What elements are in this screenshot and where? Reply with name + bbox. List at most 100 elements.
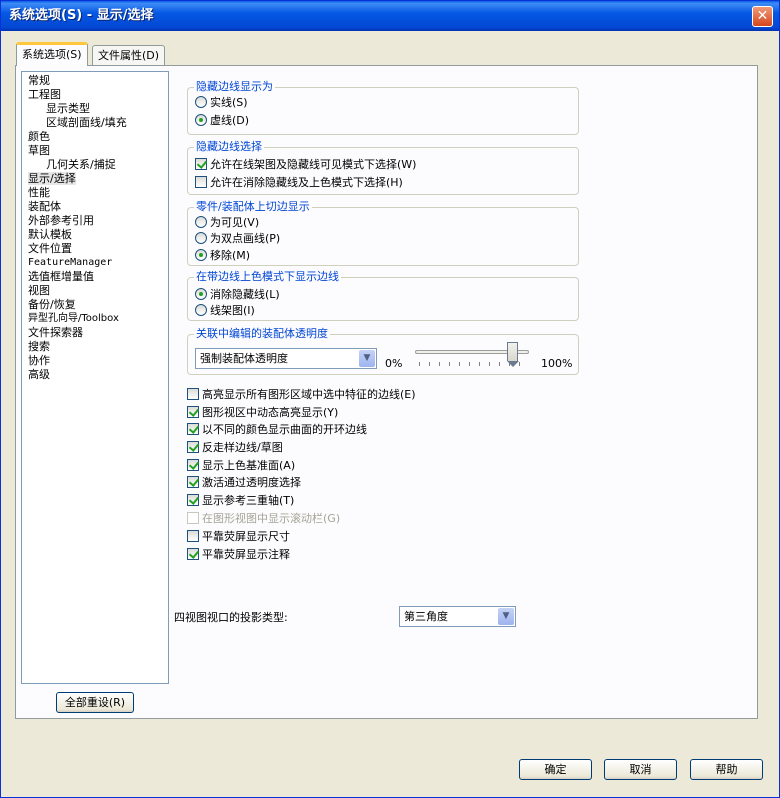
- radio-button-icon: [195, 304, 207, 316]
- option-label: 在图形视图中显示滚动栏(G): [202, 512, 341, 525]
- tree-item-featuremanager[interactable]: FeatureManager: [28, 256, 112, 269]
- radio-solid[interactable]: 实线(S): [195, 96, 248, 112]
- ok-button[interactable]: 确定: [519, 759, 592, 780]
- close-button[interactable]: ✕: [752, 6, 773, 27]
- tree-item-search[interactable]: 搜索: [28, 340, 50, 353]
- tree-item-sketch[interactable]: 草图: [28, 144, 50, 157]
- checkbox-reference-triad[interactable]: 显示参考三重轴(T): [187, 494, 294, 510]
- radio-hlr[interactable]: 消除隐藏线(L): [195, 288, 280, 304]
- slider-min-label: 0%: [385, 357, 403, 370]
- option-label: 线架图(I): [210, 304, 255, 317]
- option-label: 允许在消除隐藏线及上色模式下选择(H): [210, 176, 403, 189]
- checkbox-icon: [187, 512, 199, 524]
- checkbox-scrollbars: 在图形视图中显示滚动栏(G): [187, 512, 340, 528]
- checkbox-icon: [187, 494, 199, 506]
- option-label: 消除隐藏线(L): [210, 288, 280, 301]
- group-title: 隐藏边线显示为: [194, 80, 275, 94]
- checkbox-dimensions-flat-to-screen[interactable]: 平靠荧屏显示尺寸: [187, 530, 290, 546]
- option-label: 平靠荧屏显示尺寸: [202, 530, 290, 543]
- tab-document-properties[interactable]: 文件属性(D): [92, 45, 166, 66]
- tree-item-external-references[interactable]: 外部参考引用: [28, 214, 94, 227]
- checkbox-icon: [187, 530, 199, 542]
- option-label: 实线(S): [210, 96, 248, 109]
- slider-max-label: 100%: [541, 357, 573, 370]
- checkbox-antialias[interactable]: 反走样边线/草图: [187, 441, 283, 457]
- option-label: 移除(M): [210, 249, 251, 262]
- tree-item-display-selection[interactable]: 显示/选择: [28, 172, 76, 185]
- checkbox-icon: [187, 476, 199, 488]
- checkbox-icon: [187, 441, 199, 453]
- tree-item-view[interactable]: 视图: [28, 284, 50, 297]
- select-value: 第三角度: [404, 610, 448, 623]
- radio-tangent-removed[interactable]: 移除(M): [195, 249, 250, 265]
- checkbox-icon: [195, 176, 207, 188]
- checkbox-open-edges-color[interactable]: 以不同的颜色显示曲面的开环边线: [187, 423, 367, 439]
- checkbox-icon: [187, 388, 199, 400]
- tree-item-assemblies[interactable]: 装配体: [28, 200, 61, 213]
- tree-item-relations-snaps[interactable]: 几何关系/捕捉: [46, 158, 116, 171]
- chevron-down-icon: ▼: [359, 350, 375, 367]
- tree-item-collaboration[interactable]: 协作: [28, 354, 50, 367]
- tree-item-advanced[interactable]: 高级: [28, 368, 50, 381]
- option-label: 图形视区中动态高亮显示(Y): [202, 406, 339, 419]
- tree-item-performance[interactable]: 性能: [28, 186, 50, 199]
- option-label: 激活通过透明度选择: [202, 476, 301, 489]
- radio-tangent-phantom[interactable]: 为双点画线(P): [195, 232, 280, 248]
- radio-button-icon: [195, 114, 207, 126]
- tree-item-general[interactable]: 常规: [28, 74, 50, 87]
- projection-type-label: 四视图视口的投影类型:: [174, 611, 288, 624]
- option-label: 显示参考三重轴(T): [202, 494, 295, 507]
- group-title: 隐藏边线选择: [194, 140, 264, 154]
- checkbox-highlight-selected-edges[interactable]: 高亮显示所有图形区域中选中特征的边线(E): [187, 388, 416, 404]
- options-dialog: 系统选项(S) - 显示/选择 ✕ 系统选项(S) 文件属性(D) 常规 工程图…: [0, 0, 780, 798]
- tree-item-drawings[interactable]: 工程图: [28, 88, 61, 101]
- radio-button-icon: [195, 216, 207, 228]
- checkbox-icon: [187, 459, 199, 471]
- help-button[interactable]: 帮助: [690, 759, 763, 780]
- checkbox-select-wireframe-hlv[interactable]: 允许在线架图及隐藏线可见模式下选择(W): [195, 158, 416, 174]
- tree-item-default-templates[interactable]: 默认模板: [28, 228, 72, 241]
- checkbox-select-through-transparency[interactable]: 激活通过透明度选择: [187, 476, 301, 492]
- close-icon: ✕: [756, 8, 769, 24]
- checkbox-shaded-planes[interactable]: 显示上色基准面(A): [187, 459, 295, 475]
- reset-all-button[interactable]: 全部重设(R): [56, 692, 134, 713]
- checkbox-icon: [187, 406, 199, 418]
- chevron-down-icon: ▼: [498, 608, 514, 625]
- checkbox-notes-flat-to-screen[interactable]: 平靠荧屏显示注释: [187, 548, 290, 564]
- radio-button-icon: [195, 249, 207, 261]
- tree-item-spin-box-increments[interactable]: 选值框增量值: [28, 270, 94, 283]
- checkbox-icon: [187, 548, 199, 560]
- window-title: 系统选项(S) - 显示/选择: [9, 8, 154, 23]
- tab-system-options[interactable]: 系统选项(S): [16, 42, 88, 66]
- tab-label: 文件属性(D): [98, 49, 160, 62]
- checkbox-dynamic-highlight[interactable]: 图形视区中动态高亮显示(Y): [187, 406, 338, 422]
- tree-item-file-locations[interactable]: 文件位置: [28, 242, 72, 255]
- tree-item-file-explorer[interactable]: 文件探索器: [28, 326, 83, 339]
- title-bar[interactable]: 系统选项(S) - 显示/选择: [1, 1, 779, 31]
- radio-dashed[interactable]: 虚线(D): [195, 114, 249, 130]
- option-label: 为双点画线(P): [210, 232, 281, 245]
- projection-type-select[interactable]: 第三角度 ▼: [399, 606, 516, 627]
- cancel-button[interactable]: 取消: [604, 759, 677, 780]
- transparency-mode-select[interactable]: 强制装配体透明度 ▼: [195, 348, 377, 369]
- options-tree[interactable]: 常规 工程图 显示类型 区域剖面线/填充 颜色 草图 几何关系/捕捉 显示/选择…: [21, 71, 169, 684]
- select-value: 强制装配体透明度: [200, 352, 288, 365]
- radio-wireframe[interactable]: 线架图(I): [195, 304, 255, 320]
- transparency-slider-thumb[interactable]: [507, 342, 520, 367]
- option-label: 以不同的颜色显示曲面的开环边线: [202, 423, 367, 436]
- option-label: 虚线(D): [210, 114, 250, 127]
- option-label: 高亮显示所有图形区域中选中特征的边线(E): [202, 388, 416, 401]
- tree-item-colors[interactable]: 颜色: [28, 130, 50, 143]
- radio-tangent-visible[interactable]: 为可见(V): [195, 216, 259, 232]
- option-label: 为可见(V): [210, 216, 260, 229]
- tree-item-area-hatch[interactable]: 区域剖面线/填充: [46, 116, 127, 129]
- checkbox-icon: [195, 158, 207, 170]
- option-label: 平靠荧屏显示注释: [202, 548, 290, 561]
- tree-item-hole-wizard-toolbox[interactable]: 异型孔向导/Toolbox: [28, 312, 119, 325]
- checkbox-icon: [187, 423, 199, 435]
- tree-item-display-style[interactable]: 显示类型: [46, 102, 90, 115]
- group-title: 关联中编辑的装配体透明度: [194, 327, 330, 341]
- checkbox-select-hlr-shaded[interactable]: 允许在消除隐藏线及上色模式下选择(H): [195, 176, 403, 192]
- group-title: 在带边线上色模式下显示边线: [194, 270, 341, 284]
- tree-item-backup-recover[interactable]: 备份/恢复: [28, 298, 76, 311]
